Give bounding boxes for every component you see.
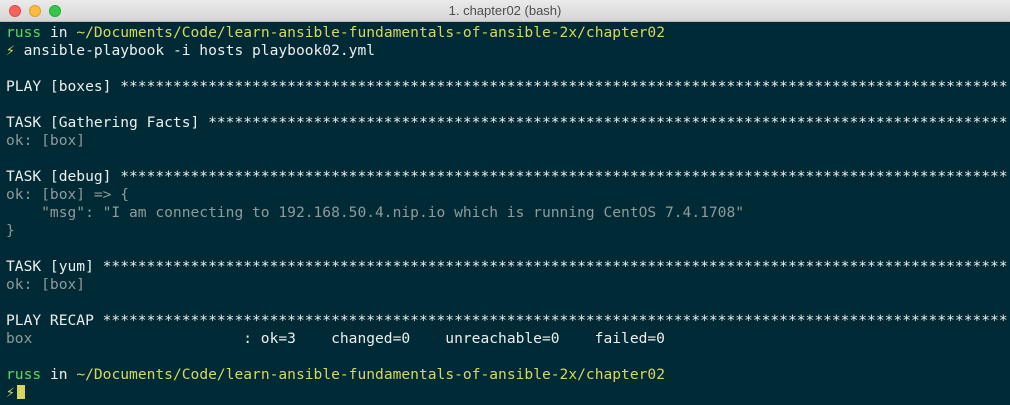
play-recap-header: PLAY RECAP *****************************… <box>6 312 1008 329</box>
play-header: PLAY [boxes] ***************************… <box>6 78 1008 95</box>
recap-row: box : ok=3 changed=0 unreachable=0 faile… <box>6 330 1010 348</box>
title-bar[interactable]: 1. chapter02 (bash) <box>0 0 1010 22</box>
prompt-in: in <box>41 24 77 41</box>
prompt-path: ~/Documents/Code/learn-ansible-fundament… <box>76 24 665 41</box>
recap-stats: : ok=3 changed=0 unreachable=0 failed=0 <box>32 330 665 347</box>
prompt-user: russ <box>6 24 42 41</box>
prompt-line: russ in ~/Documents/Code/learn-ansible-f… <box>6 366 1010 384</box>
terminal-output[interactable]: russ in ~/Documents/Code/learn-ansible-f… <box>0 22 1010 405</box>
command-line: ⚡ ansible-playbook -i hosts playbook02.y… <box>6 42 1010 60</box>
lightning-icon: ⚡ <box>6 42 15 59</box>
task-result: ok: [box] <box>6 276 86 293</box>
text-cursor <box>16 385 25 399</box>
prompt-line: russ in ~/Documents/Code/learn-ansible-f… <box>6 24 1010 42</box>
prompt-in: in <box>41 366 77 383</box>
task-header-debug: TASK [debug] ***************************… <box>6 168 1008 185</box>
input-line[interactable]: ⚡ <box>6 384 1010 402</box>
window-title: 1. chapter02 (bash) <box>448 3 562 18</box>
task-header-gathering-facts: TASK [Gathering Facts] *****************… <box>6 114 1008 131</box>
lightning-icon: ⚡ <box>6 384 15 401</box>
task-result: ok: [box] => { <box>6 186 130 203</box>
terminal-window: 1. chapter02 (bash) russ in ~/Documents/… <box>0 0 1010 405</box>
prompt-path: ~/Documents/Code/learn-ansible-fundament… <box>76 366 665 383</box>
command-text: ansible-playbook -i hosts playbook02.yml <box>14 42 376 59</box>
prompt-user: russ <box>6 366 42 383</box>
debug-close-brace: } <box>6 222 15 239</box>
task-header-yum: TASK [yum] *****************************… <box>6 258 1008 275</box>
task-result: ok: [box] <box>6 132 86 149</box>
debug-message: "msg": "I am connecting to 192.168.50.4.… <box>6 204 745 221</box>
recap-host: box <box>6 330 33 347</box>
